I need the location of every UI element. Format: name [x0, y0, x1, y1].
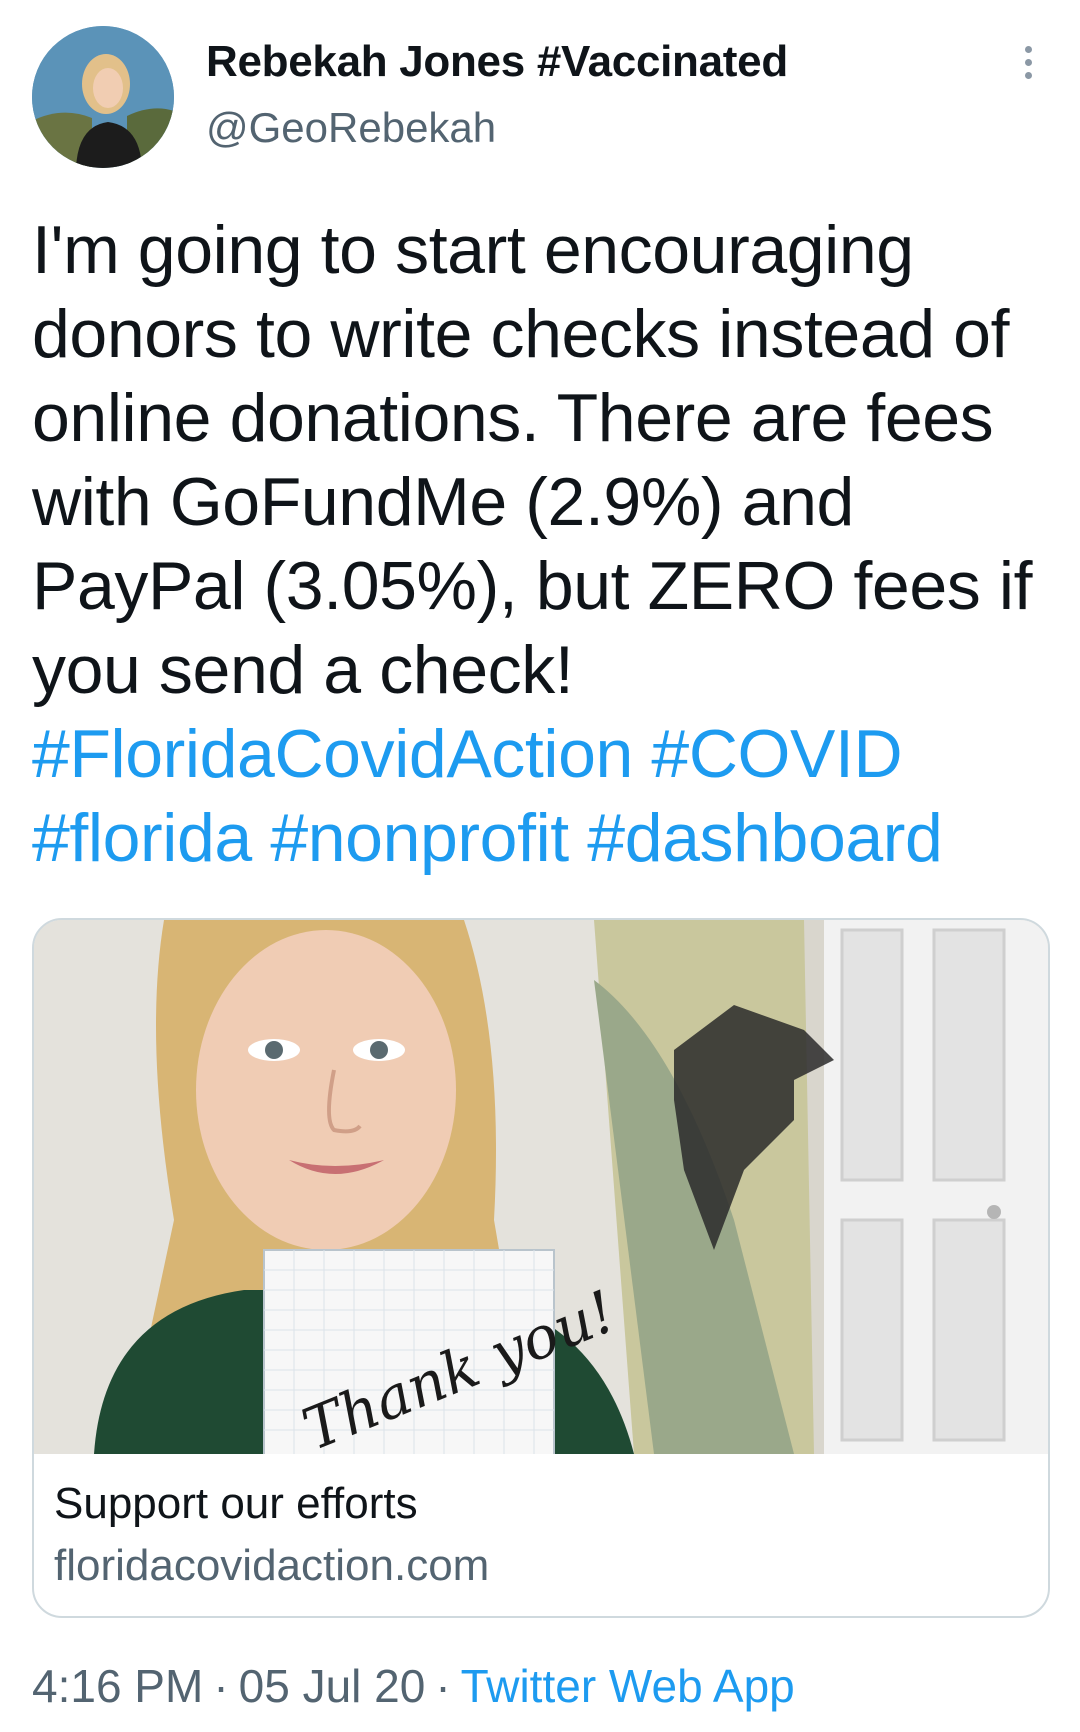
hashtag-link[interactable]: #FloridaCovidAction [32, 716, 633, 792]
tweet-body-text [252, 800, 271, 876]
link-card-text: Support our efforts floridacovidaction.c… [54, 1476, 489, 1594]
tweet-body-text [569, 800, 588, 876]
hashtag-link[interactable]: #nonprofit [270, 800, 569, 876]
tweet-meta: 4:16 PM · 05 Jul 20 · Twitter Web App [32, 1658, 795, 1714]
link-card[interactable]: Thank you! Support our efforts floridaco… [32, 918, 1050, 1618]
profile-photo-icon [32, 26, 174, 168]
author-names: Rebekah Jones #Vaccinated @GeoRebekah [206, 36, 788, 154]
meta-separator: · [435, 1660, 451, 1712]
tweet-time[interactable]: 4:16 PM [32, 1660, 203, 1712]
author-handle[interactable]: @GeoRebekah [206, 102, 788, 154]
tweet-body-text: I'm going to start encouraging donors to… [32, 212, 1033, 708]
hashtag-link[interactable]: #florida [32, 800, 252, 876]
tweet-source[interactable]: Twitter Web App [461, 1660, 795, 1712]
tweet-header: Rebekah Jones #Vaccinated @GeoRebekah [32, 22, 1048, 170]
link-card-image: Thank you! [34, 920, 1048, 1454]
link-card-title: Support our efforts [54, 1479, 418, 1528]
hashtag-link[interactable]: #COVID [651, 716, 902, 792]
link-card-domain: floridacovidaction.com [54, 1541, 490, 1590]
avatar[interactable] [32, 26, 174, 168]
tweet-body-text [633, 716, 652, 792]
tweet-date[interactable]: 05 Jul 20 [239, 1660, 426, 1712]
more-vertical-icon[interactable] [1016, 46, 1040, 94]
hashtag-link[interactable]: #dashboard [587, 800, 943, 876]
meta-separator: · [213, 1660, 229, 1712]
tweet-text: I'm going to start encouraging donors to… [32, 208, 1052, 880]
author-display-name[interactable]: Rebekah Jones #Vaccinated [206, 36, 788, 88]
